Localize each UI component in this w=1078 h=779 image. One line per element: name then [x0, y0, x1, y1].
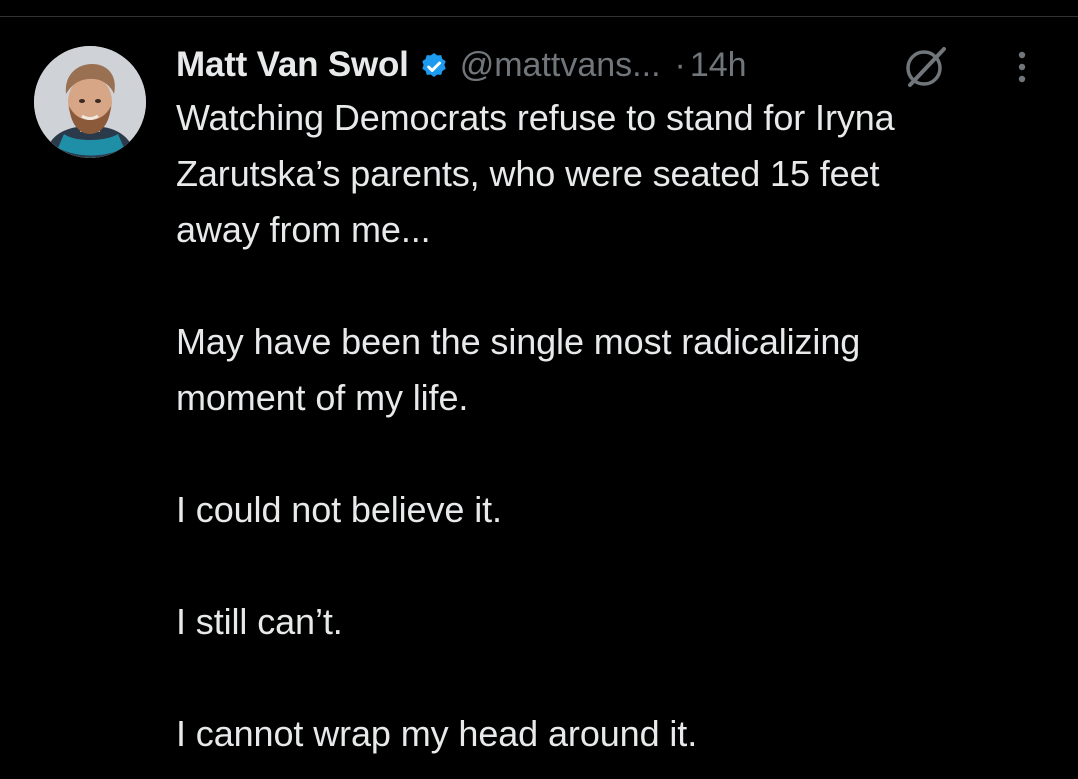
timestamp[interactable]: 14h [690, 46, 747, 85]
more-options-icon[interactable] [1012, 47, 1032, 87]
tweet-header: Matt Van Swol @mattvans... · 14h [176, 41, 1056, 89]
display-name[interactable]: Matt Van Swol [176, 45, 409, 85]
tweet-content: Matt Van Swol @mattvans... · 14h Watchin… [176, 41, 1056, 762]
grok-icon[interactable] [902, 45, 950, 89]
avatar-image [34, 46, 146, 158]
tweet-text: Watching Democrats refuse to stand for I… [176, 97, 895, 754]
tweet[interactable]: Matt Van Swol @mattvans... · 14h Watchin… [0, 17, 1078, 779]
avatar[interactable] [34, 46, 146, 158]
separator-dot: · [674, 45, 686, 84]
user-handle[interactable]: @mattvans... [460, 46, 661, 85]
verified-badge-icon[interactable] [418, 49, 450, 81]
